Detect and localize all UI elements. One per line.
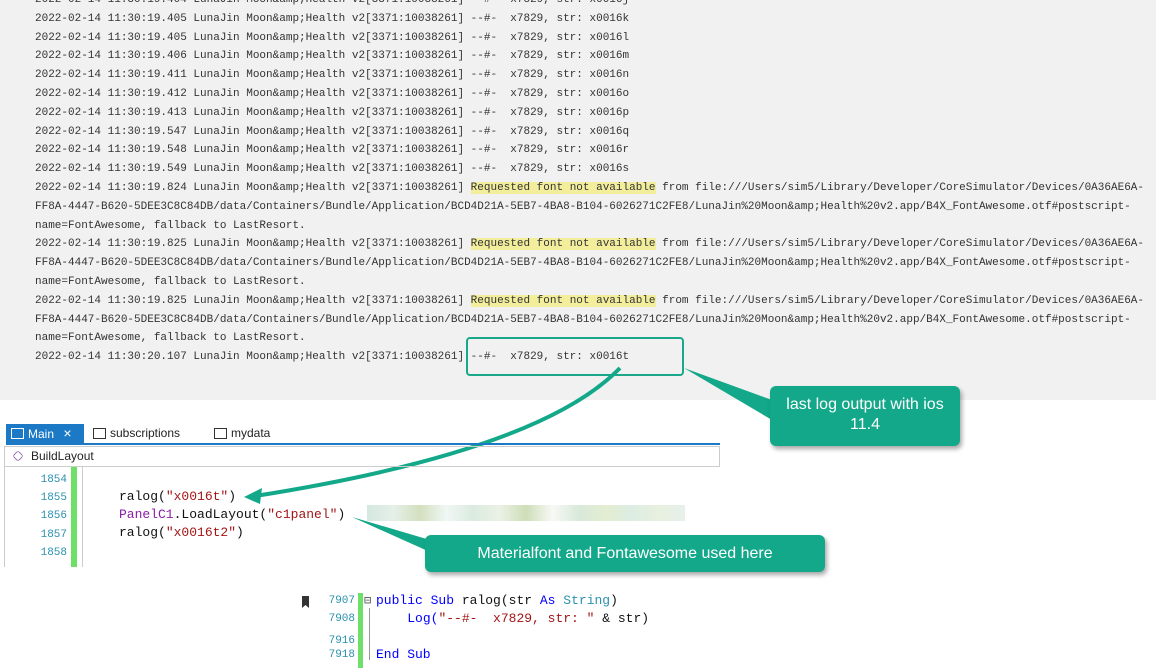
code-line-7908: Log("--#- x7829, str: " & str) (407, 611, 650, 626)
tab-mydata[interactable]: mydata (209, 424, 289, 443)
line-number: 1857 (40, 529, 67, 541)
tab-main[interactable]: Main × (6, 424, 84, 443)
sub-icon (12, 450, 24, 462)
redacted-comment (367, 505, 685, 521)
change-bar (358, 593, 363, 668)
tab-label: mydata (231, 426, 271, 440)
breadcrumb-label: BuildLayout (31, 449, 94, 463)
line-number: 1858 (40, 547, 67, 559)
line-number: 7907 (328, 595, 355, 607)
module-icon (214, 428, 227, 439)
module-icon (11, 428, 24, 439)
change-bar (71, 467, 77, 567)
code-line-1855: ralog("x0016t") (119, 489, 237, 504)
fold-toggle-icon[interactable]: ⊟ (364, 593, 371, 608)
callout-last-log: last log output with ios 11.4 (770, 386, 960, 446)
code-line-7918: End Sub (376, 647, 431, 662)
gutter-divider (82, 467, 83, 567)
line-number: 1855 (40, 492, 67, 504)
line-number: 1856 (40, 510, 67, 522)
code-line-1857: ralog("x0016t2") (119, 525, 244, 540)
callout-pointer (684, 368, 772, 420)
module-icon (93, 428, 106, 439)
fold-line (369, 608, 370, 660)
code-line-1856: PanelC1.LoadLayout("c1panel") (119, 507, 346, 522)
editor-tab-bar: Main × subscriptions mydata (6, 424, 720, 445)
close-icon[interactable]: × (63, 425, 71, 441)
line-number: 7908 (328, 613, 355, 625)
tab-subscriptions[interactable]: subscriptions (88, 424, 198, 443)
code-line-7907: public Sub ralog(str As String) (376, 593, 618, 608)
tab-label: Main (28, 427, 55, 441)
breadcrumb[interactable]: BuildLayout (4, 446, 720, 467)
line-number: 7916 (328, 635, 355, 647)
tab-label: subscriptions (110, 426, 181, 440)
line-number: 1854 (40, 474, 67, 486)
line-number: 7918 (328, 649, 355, 661)
